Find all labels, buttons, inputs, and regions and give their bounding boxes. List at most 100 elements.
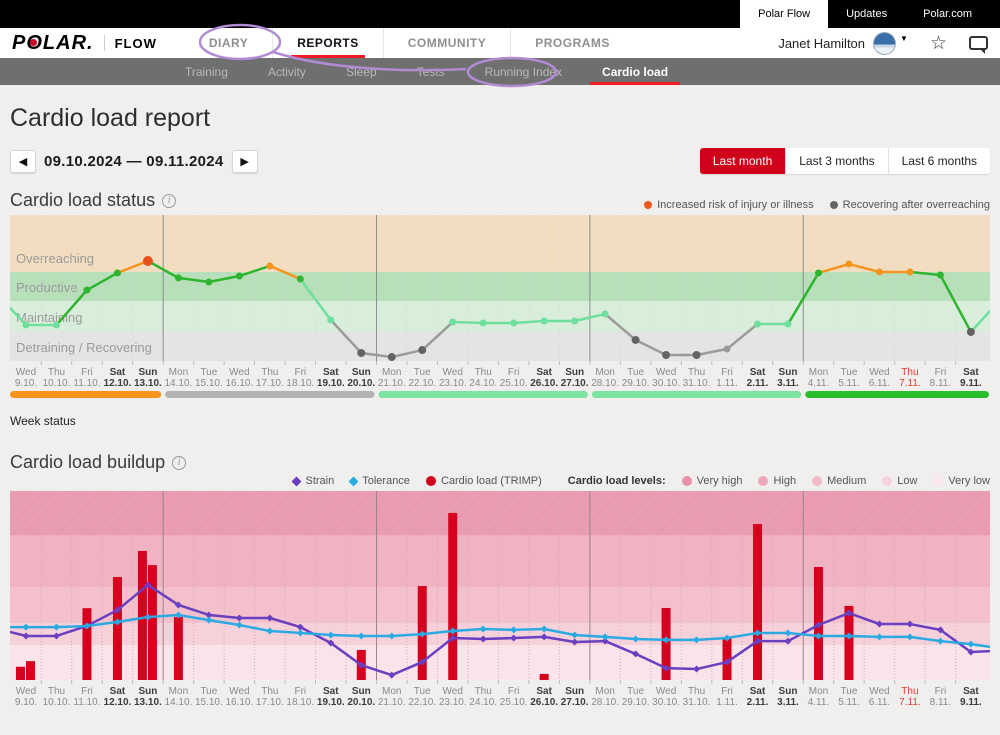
svg-text:Detraining / Recovering: Detraining / Recovering xyxy=(16,340,152,355)
svg-text:20.10.: 20.10. xyxy=(347,697,375,708)
svg-text:Wed: Wed xyxy=(229,367,249,378)
menu-item-diary[interactable]: DIARY xyxy=(185,28,272,58)
svg-text:Fri: Fri xyxy=(508,367,520,378)
logo-o: O xyxy=(26,32,43,54)
svg-text:Thu: Thu xyxy=(688,367,705,378)
svg-text:Sat: Sat xyxy=(323,686,339,697)
avatar[interactable] xyxy=(873,32,896,55)
svg-text:Thu: Thu xyxy=(261,367,278,378)
svg-text:4.11.: 4.11. xyxy=(808,378,830,389)
tab-updates[interactable]: Updates xyxy=(828,0,905,28)
svg-text:9.10.: 9.10. xyxy=(15,378,37,389)
tolerance-diamond-icon xyxy=(349,476,359,486)
svg-text:Tue: Tue xyxy=(627,686,644,697)
info-icon[interactable]: i xyxy=(162,194,176,208)
svg-text:1.11.: 1.11. xyxy=(716,378,738,389)
last-month-button[interactable]: Last month xyxy=(700,148,785,174)
svg-text:Mon: Mon xyxy=(809,367,828,378)
trimp-dot-icon xyxy=(426,476,436,486)
svg-text:6.11.: 6.11. xyxy=(869,697,891,708)
svg-text:25.10.: 25.10. xyxy=(500,697,528,708)
buildup-section-title: Cardio load buildup i xyxy=(10,452,186,473)
svg-text:Sat: Sat xyxy=(963,367,979,378)
svg-text:Sat: Sat xyxy=(536,367,552,378)
svg-text:Sun: Sun xyxy=(138,367,157,378)
very-high-dot-icon xyxy=(682,476,692,486)
svg-text:29.10.: 29.10. xyxy=(622,378,650,389)
last-3-months-button[interactable]: Last 3 months xyxy=(785,148,887,174)
svg-text:Sun: Sun xyxy=(138,686,157,697)
svg-text:10.10.: 10.10. xyxy=(43,378,71,389)
svg-text:9.11.: 9.11. xyxy=(960,378,982,389)
svg-text:Productive: Productive xyxy=(16,280,77,295)
subnav-item-cardio-load[interactable]: Cardio load xyxy=(582,58,688,85)
svg-text:Wed: Wed xyxy=(869,686,889,697)
svg-text:25.10.: 25.10. xyxy=(500,378,528,389)
subnav-item-training[interactable]: Training xyxy=(165,58,248,85)
svg-text:Fri: Fri xyxy=(721,686,733,697)
svg-text:13.10.: 13.10. xyxy=(134,378,162,389)
high-dot-icon xyxy=(758,476,768,486)
svg-text:Thu: Thu xyxy=(688,686,705,697)
svg-text:23.10.: 23.10. xyxy=(439,378,467,389)
browser-top-bar: Polar Flow Updates Polar.com xyxy=(0,0,1000,28)
svg-text:28.10.: 28.10. xyxy=(591,697,619,708)
next-period-button[interactable]: ▶ xyxy=(232,150,258,173)
svg-text:Tue: Tue xyxy=(200,686,217,697)
subnav-item-running-index[interactable]: Running Index xyxy=(465,58,582,85)
menu-item-reports[interactable]: REPORTS xyxy=(272,28,383,58)
tab-polar-com[interactable]: Polar.com xyxy=(905,0,990,28)
svg-text:Sun: Sun xyxy=(779,367,798,378)
svg-text:Tue: Tue xyxy=(841,686,858,697)
subnav-item-sleep[interactable]: Sleep xyxy=(326,58,397,85)
subnav-item-activity[interactable]: Activity xyxy=(248,58,326,85)
svg-text:4.11.: 4.11. xyxy=(808,697,830,708)
status-section-title: Cardio load status i xyxy=(10,190,176,211)
flow-wordmark: FLOW xyxy=(115,36,157,51)
svg-text:Fri: Fri xyxy=(294,686,306,697)
buildup-legend: Strain Tolerance Cardio load (TRIMP) Car… xyxy=(10,475,990,487)
user-name[interactable]: Janet Hamilton xyxy=(778,36,865,51)
risk-dot-icon xyxy=(644,201,652,209)
last-6-months-button[interactable]: Last 6 months xyxy=(888,148,990,174)
week-status-label: Week status xyxy=(10,414,990,428)
tab-polar-flow[interactable]: Polar Flow xyxy=(740,0,828,28)
svg-text:Overreaching: Overreaching xyxy=(16,251,94,266)
chevron-down-icon[interactable]: ▼ xyxy=(900,34,908,43)
polar-logo[interactable]: POLAR. xyxy=(12,32,94,55)
svg-text:Tue: Tue xyxy=(414,686,431,697)
subnav-item-tests[interactable]: Tests xyxy=(397,58,465,85)
svg-text:24.10.: 24.10. xyxy=(469,378,497,389)
svg-text:20.10.: 20.10. xyxy=(347,378,375,389)
menu-item-community[interactable]: COMMUNITY xyxy=(383,28,511,58)
svg-text:31.10.: 31.10. xyxy=(683,378,711,389)
divider xyxy=(104,35,105,51)
range-button-group: Last month Last 3 months Last 6 months xyxy=(700,148,990,174)
medium-dot-icon xyxy=(812,476,822,486)
svg-text:Wed: Wed xyxy=(656,686,676,697)
svg-text:15.10.: 15.10. xyxy=(195,378,223,389)
svg-text:14.10.: 14.10. xyxy=(164,378,192,389)
feedback-bubble-icon[interactable] xyxy=(969,36,988,50)
svg-text:5.11.: 5.11. xyxy=(838,378,860,389)
info-icon[interactable]: i xyxy=(172,456,186,470)
svg-text:Mon: Mon xyxy=(809,686,828,697)
svg-text:2.11.: 2.11. xyxy=(747,378,769,389)
svg-text:Wed: Wed xyxy=(443,686,463,697)
very-low-dot-icon xyxy=(933,476,943,486)
favorites-star-icon[interactable]: ☆ xyxy=(930,34,947,53)
logo-rest: LAR. xyxy=(43,32,94,54)
svg-text:Thu: Thu xyxy=(901,686,918,697)
svg-text:Mon: Mon xyxy=(382,367,401,378)
svg-text:Fri: Fri xyxy=(935,367,947,378)
svg-text:Sat: Sat xyxy=(963,686,979,697)
svg-text:Thu: Thu xyxy=(475,686,492,697)
svg-text:19.10.: 19.10. xyxy=(317,378,345,389)
svg-text:9.11.: 9.11. xyxy=(960,697,982,708)
prev-period-button[interactable]: ◀ xyxy=(10,150,36,173)
svg-text:12.10.: 12.10. xyxy=(104,378,132,389)
svg-text:Sat: Sat xyxy=(323,367,339,378)
recovering-dot-icon xyxy=(830,201,838,209)
svg-text:13.10.: 13.10. xyxy=(134,697,162,708)
menu-item-programs[interactable]: PROGRAMS xyxy=(510,28,634,58)
